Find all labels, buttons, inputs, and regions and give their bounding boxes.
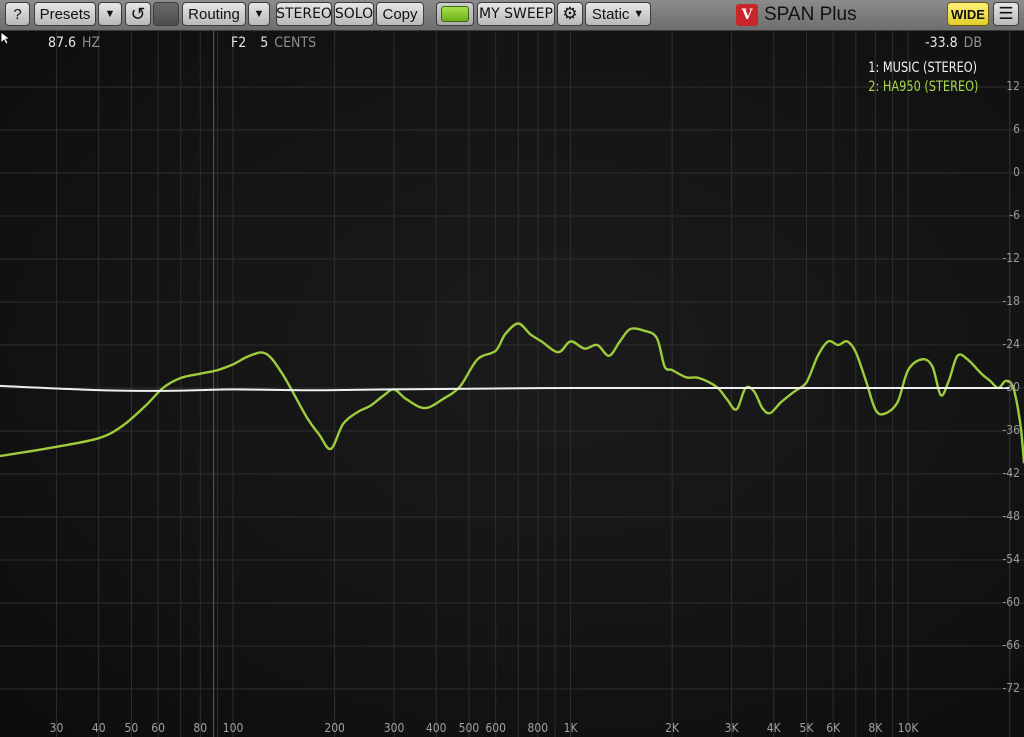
routing-dropdown-button[interactable]: ▼ <box>248 2 270 26</box>
x-tick-label: 8K <box>868 721 883 735</box>
x-tick-label: 300 <box>383 721 405 735</box>
toolbar: ? Presets ▼ ↺ Routing ▼ STEREO SOLO Copy… <box>0 0 1024 31</box>
level-readout: -33.8 DB <box>925 35 982 51</box>
chevron-down-icon: ▼ <box>104 8 116 20</box>
frequency-unit: HZ <box>82 35 101 51</box>
x-tick-label: 600 <box>485 721 506 735</box>
chevron-down-icon: ▼ <box>633 8 645 20</box>
y-tick-label: 6 <box>1013 122 1020 136</box>
y-tick-label: 0 <box>1013 165 1020 179</box>
x-tick-label: 1K <box>563 721 578 735</box>
wide-button[interactable]: WIDE <box>947 2 989 26</box>
spectrum-chart[interactable] <box>0 31 1024 737</box>
y-tick-label: -30 <box>1002 380 1020 394</box>
x-tick-label: 80 <box>193 721 208 735</box>
x-tick-label: 100 <box>222 721 244 735</box>
help-button[interactable]: ? <box>5 2 30 26</box>
undo-icon: ↺ <box>130 3 146 24</box>
x-tick-label: 2K <box>665 721 680 735</box>
y-tick-label: -6 <box>1009 208 1020 222</box>
legend: 1: MUSIC (STEREO) 2: HA950 (STEREO) <box>856 59 978 97</box>
note-value: F2 <box>231 35 247 51</box>
legend-item-music[interactable]: 1: MUSIC (STEREO) <box>868 59 978 78</box>
led-indicator-icon <box>441 6 469 22</box>
solo-button[interactable]: SOLO <box>334 2 374 26</box>
x-tick-label: 400 <box>425 721 447 735</box>
x-tick-label: 3K <box>724 721 739 735</box>
frequency-readout: 87.6 HZ <box>48 35 100 51</box>
presets-dropdown-button[interactable]: ▼ <box>98 2 122 26</box>
voxengo-logo-icon: V <box>736 4 758 26</box>
undo-button[interactable]: ↺ <box>125 2 151 26</box>
gear-icon: ⚙ <box>562 4 578 23</box>
cents-unit: CENTS <box>274 35 317 51</box>
spectrum-display[interactable]: 87.6 HZ F2 5 CENTS -33.8 DB 1: MUSIC (STERE… <box>0 31 1024 737</box>
mode-select-value: Static <box>591 5 630 23</box>
main-menu-button[interactable]: ☰ <box>993 2 1019 26</box>
y-tick-label: -18 <box>1002 294 1020 308</box>
y-tick-label: -12 <box>1002 251 1020 265</box>
x-tick-label: 60 <box>151 721 166 735</box>
legend-item-ha950[interactable]: 2: HA950 (STEREO) <box>868 78 978 97</box>
y-tick-label: -42 <box>1002 466 1020 480</box>
product-title: SPAN Plus <box>764 4 857 25</box>
mode-select[interactable]: Static ▼ <box>585 2 651 26</box>
x-tick-label: 800 <box>527 721 549 735</box>
brand: V SPAN Plus <box>736 3 857 27</box>
y-tick-label: -48 <box>1002 509 1020 523</box>
mouse-pointer-icon <box>0 31 10 45</box>
y-tick-label: -54 <box>1002 552 1020 566</box>
x-tick-label: 200 <box>324 721 345 735</box>
level-unit: DB <box>963 35 982 51</box>
settings-button[interactable]: ⚙ <box>557 2 583 26</box>
chevron-down-icon: ▼ <box>253 8 265 20</box>
stereo-button[interactable]: STEREO <box>276 2 332 26</box>
x-tick-label: 500 <box>458 721 480 735</box>
x-tick-label: 4K <box>766 721 781 735</box>
y-tick-label: -24 <box>1002 337 1020 351</box>
frequency-value: 87.6 <box>48 35 77 51</box>
sweep-preset-button[interactable]: MY SWEEP <box>477 2 555 26</box>
group-enable-toggle[interactable] <box>436 2 474 26</box>
level-value: -33.8 <box>925 35 958 51</box>
x-tick-label: 30 <box>49 721 64 735</box>
x-tick-label: 5K <box>799 721 814 735</box>
x-tick-label: 10K <box>897 721 919 735</box>
menu-icon: ☰ <box>998 4 1014 23</box>
y-tick-label: -72 <box>1002 681 1020 695</box>
color-swatch-button[interactable] <box>153 2 179 26</box>
x-tick-label: 50 <box>124 721 139 735</box>
y-tick-label: -66 <box>1002 638 1020 652</box>
presets-button[interactable]: Presets <box>34 2 96 26</box>
y-tick-label: 12 <box>1006 79 1020 93</box>
cents-value: 5 <box>260 35 269 51</box>
x-tick-label: 40 <box>91 721 106 735</box>
y-tick-label: -60 <box>1002 595 1020 609</box>
series-line-ha950 <box>0 322 1024 464</box>
copy-button[interactable]: Copy <box>376 2 424 26</box>
x-tick-label: 6K <box>826 721 841 735</box>
note-readout: F2 5 CENTS <box>231 35 316 51</box>
routing-button[interactable]: Routing <box>182 2 246 26</box>
y-tick-label: -36 <box>1002 423 1020 437</box>
